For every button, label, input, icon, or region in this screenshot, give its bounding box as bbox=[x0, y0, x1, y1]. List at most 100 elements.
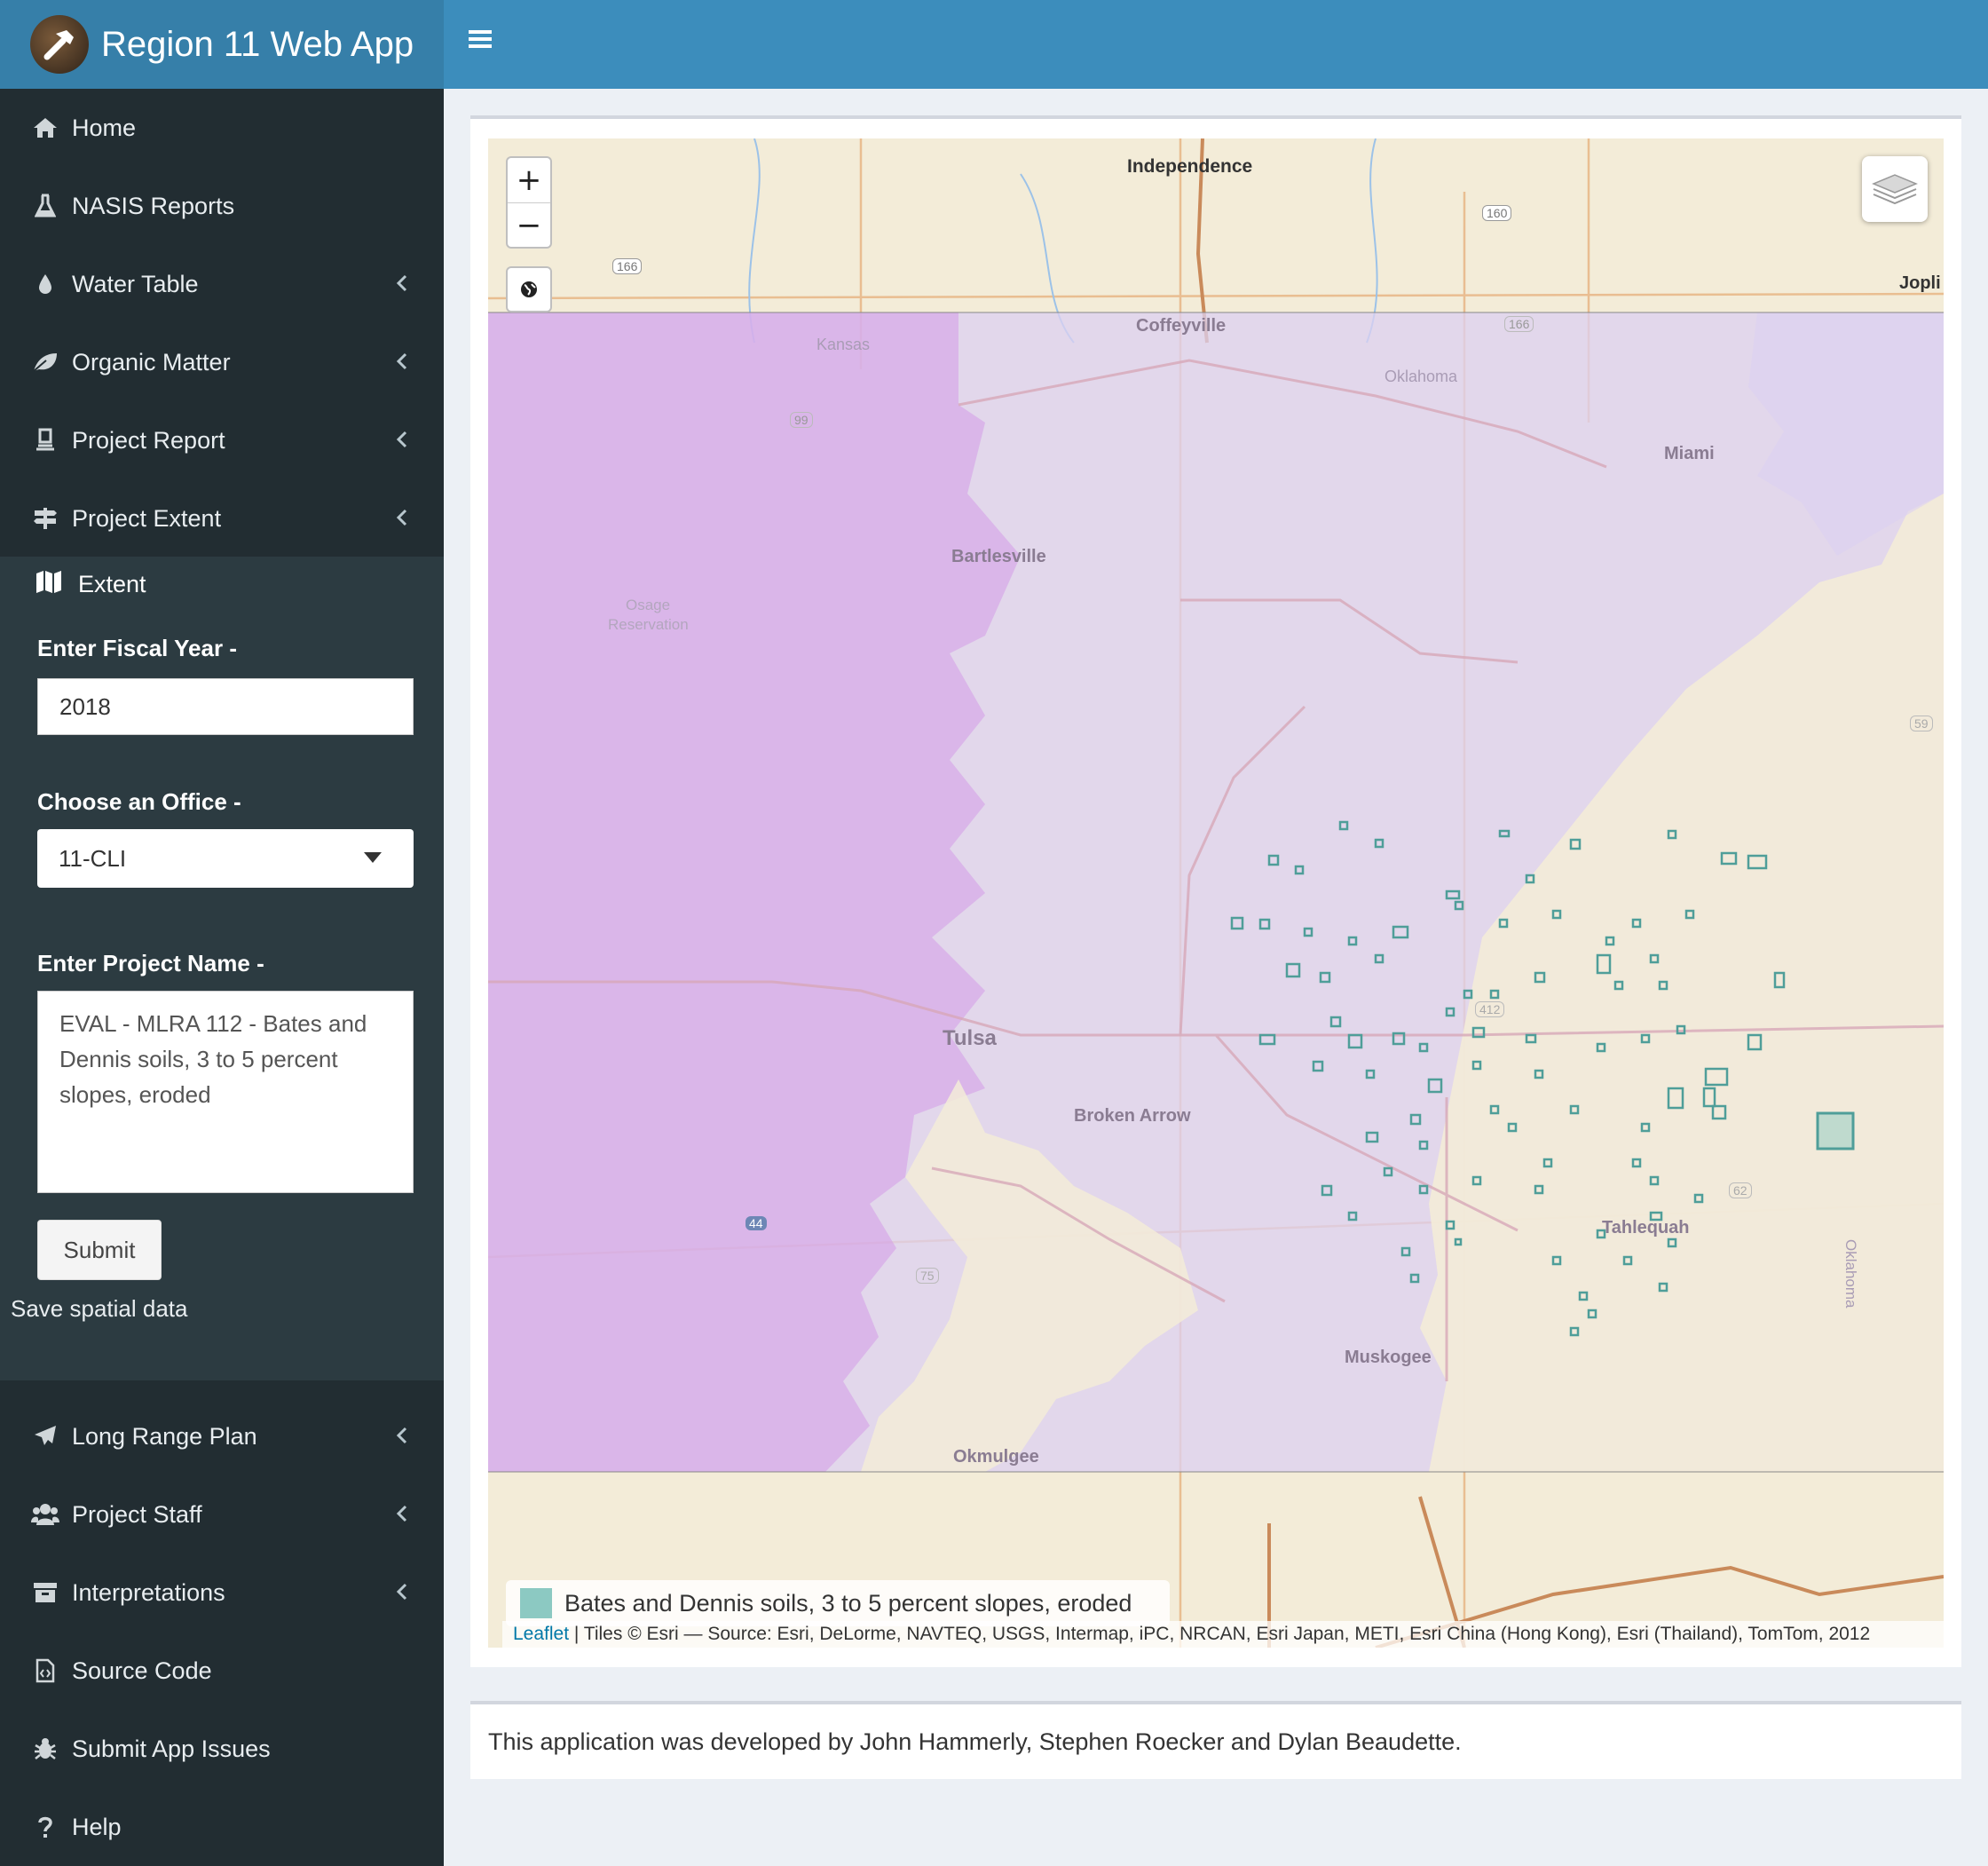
sidebar-item-interpretations[interactable]: Interpretations bbox=[0, 1554, 444, 1632]
sidebar-subitem-extent[interactable]: Extent bbox=[36, 569, 146, 600]
credits-box: This application was developed by John H… bbox=[470, 1701, 1961, 1779]
save-spatial-data-link[interactable]: Save spatial data bbox=[11, 1295, 187, 1323]
map-label-reservation: Reservation bbox=[608, 616, 689, 633]
users-icon bbox=[29, 1503, 61, 1526]
chevron-left-icon bbox=[396, 1502, 408, 1530]
page-scrollbar[interactable] bbox=[1974, 89, 1988, 1866]
caret-down-icon bbox=[364, 852, 382, 863]
fiscal-year-input[interactable] bbox=[37, 678, 414, 735]
globe-icon bbox=[521, 281, 537, 297]
map-basemap bbox=[488, 138, 1944, 1648]
locate-button[interactable] bbox=[506, 266, 552, 312]
sidebar-item-source-code[interactable]: Source Code bbox=[0, 1632, 444, 1710]
sidebar-item-organic-matter[interactable]: Organic Matter bbox=[0, 323, 444, 401]
sidebar-item-label: Organic Matter bbox=[72, 348, 231, 376]
sidebar: Home NASIS Reports Water Table Organic M… bbox=[0, 89, 444, 1866]
sidebar-item-label: Home bbox=[72, 114, 137, 141]
archive-icon bbox=[29, 1581, 61, 1604]
sidebar-item-project-report[interactable]: Project Report bbox=[0, 401, 444, 479]
sidebar-item-project-staff[interactable]: Project Staff bbox=[0, 1475, 444, 1554]
sidebar-item-label: Project Report bbox=[72, 426, 225, 454]
road-shield: 75 bbox=[916, 1268, 939, 1284]
zoom-in-button[interactable]: + bbox=[508, 158, 550, 203]
road-shield: 99 bbox=[790, 412, 813, 428]
chevron-left-icon bbox=[396, 350, 408, 377]
legend-label: Bates and Dennis soils, 3 to 5 percent s… bbox=[564, 1589, 1132, 1617]
file-stack-icon bbox=[29, 428, 61, 453]
map-label-okmulgee: Okmulgee bbox=[953, 1447, 1039, 1467]
credits-text: This application was developed by John H… bbox=[488, 1728, 1462, 1755]
sidebar-item-water-table[interactable]: Water Table bbox=[0, 245, 444, 323]
road-shield: 412 bbox=[1475, 1001, 1505, 1017]
sidebar-item-label: Project Extent bbox=[72, 504, 222, 532]
map-attribution: Leaflet | Tiles © Esri — Source: Esri, D… bbox=[502, 1621, 1944, 1648]
office-label: Choose an Office - bbox=[37, 788, 241, 815]
menu-icon bbox=[469, 30, 492, 48]
chevron-left-icon bbox=[396, 1424, 408, 1451]
map-label-independence: Independence bbox=[1127, 156, 1253, 177]
sidebar-item-home[interactable]: Home bbox=[0, 89, 444, 167]
sidebar-item-label: Source Code bbox=[72, 1656, 212, 1684]
leaflet-link[interactable]: Leaflet bbox=[513, 1624, 569, 1645]
map-label-muskogee: Muskogee bbox=[1345, 1348, 1432, 1367]
map-label-tulsa: Tulsa bbox=[943, 1026, 997, 1050]
flask-icon bbox=[29, 194, 61, 218]
code-file-icon bbox=[29, 1658, 61, 1683]
road-shield: 59 bbox=[1910, 716, 1933, 731]
map-legend: Bates and Dennis soils, 3 to 5 percent s… bbox=[506, 1580, 1170, 1626]
signpost-icon bbox=[29, 506, 61, 531]
fiscal-year-label: Enter Fiscal Year - bbox=[37, 635, 237, 661]
app-title[interactable]: Region 11 Web App bbox=[101, 25, 414, 65]
sidebar-item-label: Long Range Plan bbox=[72, 1422, 257, 1450]
plane-icon bbox=[29, 1424, 61, 1449]
chevron-left-icon bbox=[396, 506, 408, 534]
map-label-osage: Osage bbox=[626, 597, 671, 613]
project-name-textarea[interactable]: EVAL - MLRA 112 - Bates and Dennis soils… bbox=[37, 991, 414, 1193]
map-label-tahlequah: Tahlequah bbox=[1602, 1218, 1690, 1237]
logo-bar: Region 11 Web App bbox=[0, 0, 444, 89]
road-shield: 160 bbox=[1482, 205, 1512, 221]
sidebar-item-label: Submit App Issues bbox=[72, 1735, 271, 1762]
road-shield: 44 bbox=[746, 1216, 767, 1230]
project-extent-submenu: Extent Enter Fiscal Year - Choose an Off… bbox=[0, 557, 444, 1380]
map-label-oklahoma-vertical: Oklahoma bbox=[1842, 1239, 1859, 1309]
map-label-kansas: Kansas bbox=[816, 336, 871, 353]
sidebar-item-nasis-reports[interactable]: NASIS Reports bbox=[0, 167, 444, 245]
map-label-joplin: Jopli bbox=[1899, 273, 1941, 293]
leaflet-map[interactable]: Independence Coffeyville Kansas Oklahoma… bbox=[488, 138, 1944, 1648]
map-label-oklahoma: Oklahoma bbox=[1384, 368, 1458, 385]
submit-button[interactable]: Submit bbox=[37, 1220, 162, 1280]
road-shield: 62 bbox=[1729, 1182, 1752, 1198]
office-select[interactable]: 11-CLI bbox=[37, 829, 414, 888]
sidebar-item-label: Water Table bbox=[72, 270, 199, 297]
sidebar-item-label: Project Staff bbox=[72, 1500, 202, 1528]
sidebar-item-label: Interpretations bbox=[72, 1578, 225, 1606]
project-name-label: Enter Project Name - bbox=[37, 950, 264, 976]
top-navbar bbox=[444, 0, 1988, 89]
road-shield: 166 bbox=[612, 258, 643, 274]
sidebar-item-long-range-plan[interactable]: Long Range Plan bbox=[0, 1397, 444, 1475]
legend-swatch bbox=[520, 1588, 552, 1618]
sidebar-item-label: Help bbox=[72, 1813, 122, 1840]
map-label-miami: Miami bbox=[1664, 444, 1715, 463]
tint-icon bbox=[29, 273, 61, 296]
chevron-left-icon bbox=[396, 428, 408, 455]
map-label-coffeyville: Coffeyville bbox=[1136, 316, 1227, 336]
sidebar-item-help[interactable]: Help bbox=[0, 1788, 444, 1866]
question-icon bbox=[29, 1815, 61, 1839]
bug-icon bbox=[29, 1736, 61, 1761]
sidebar-subitem-label: Extent bbox=[78, 571, 146, 597]
layers-button[interactable] bbox=[1862, 156, 1928, 222]
map-label-bartlesville: Bartlesville bbox=[951, 547, 1046, 566]
hammer-icon bbox=[43, 30, 74, 60]
sidebar-item-submit-app-issues[interactable]: Submit App Issues bbox=[0, 1710, 444, 1788]
zoom-control: + − bbox=[506, 156, 552, 249]
zoom-out-button[interactable]: − bbox=[508, 203, 550, 248]
map-label-broken-arrow: Broken Arrow bbox=[1074, 1106, 1191, 1126]
app-logo bbox=[30, 15, 89, 74]
layers-icon bbox=[1872, 174, 1918, 205]
sidebar-toggle[interactable] bbox=[469, 27, 504, 62]
road-shield: 166 bbox=[1504, 316, 1534, 332]
chevron-left-icon bbox=[396, 272, 408, 299]
sidebar-item-project-extent[interactable]: Project Extent bbox=[0, 479, 444, 557]
